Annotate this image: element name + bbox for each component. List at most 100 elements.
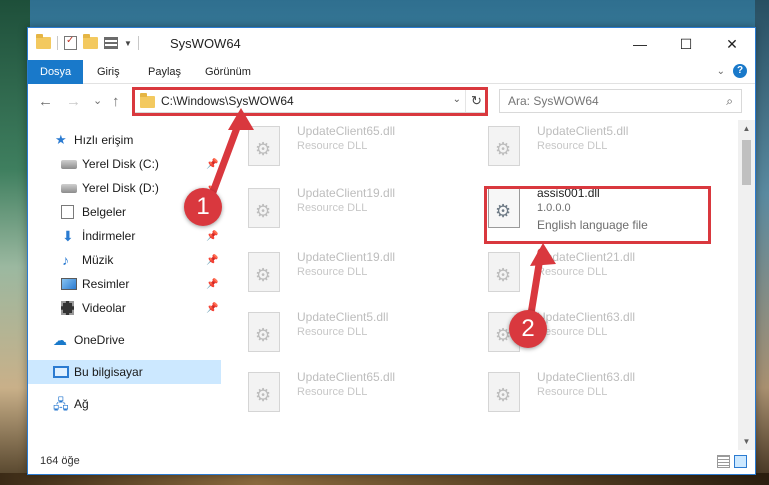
item-count: 164 öğe — [40, 455, 80, 467]
pictures-icon — [61, 278, 77, 290]
pin-icon[interactable]: 📌 — [206, 231, 218, 242]
file-description: Resource DLL — [537, 140, 608, 152]
view-options-icon[interactable] — [104, 37, 118, 49]
scrollbar-thumb[interactable] — [742, 140, 751, 185]
back-arrow-icon[interactable]: ← — [38, 93, 53, 110]
toolbar-divider — [137, 36, 139, 50]
sidebar-item-label: Resimler — [82, 277, 130, 291]
properties-icon[interactable] — [64, 35, 77, 50]
new-folder-icon[interactable] — [83, 34, 98, 49]
recent-locations-icon[interactable]: ⌄ — [93, 94, 102, 107]
file-name: UpdateClient19.dll — [297, 250, 396, 264]
file-list: UpdateClient65.dll Resource DLL UpdateCl… — [223, 120, 743, 450]
sidebar-item-label: Ağ — [74, 397, 89, 411]
file-description: Resource DLL — [537, 326, 608, 338]
sidebar-item-label: Hızlı erişim — [74, 133, 134, 147]
file-name: UpdateClient21.dll — [537, 250, 636, 264]
sidebar-item-label: Belgeler — [82, 205, 127, 219]
tiles-view-icon[interactable] — [734, 455, 747, 468]
file-tile[interactable]: UpdateClient19.dll Resource DLL — [245, 246, 470, 304]
step-1-badge: 1 — [184, 188, 222, 226]
scroll-up-icon[interactable]: ▲ — [738, 120, 755, 137]
tab-share[interactable]: Paylaş — [148, 60, 181, 84]
chevron-down-icon[interactable]: ▼ — [124, 39, 132, 48]
step-2-badge: 2 — [509, 310, 547, 348]
onedrive-icon: ☁ — [53, 332, 67, 348]
folder-icon[interactable] — [36, 34, 51, 49]
sidebar-item-label: Müzik — [82, 253, 114, 267]
file-description: Resource DLL — [537, 386, 608, 398]
window-title: SysWOW64 — [170, 36, 241, 51]
file-tile[interactable]: UpdateClient21.dll Resource DLL — [485, 246, 710, 304]
dll-file-icon — [248, 372, 280, 412]
expand-ribbon-icon[interactable]: ⌄ — [717, 66, 725, 77]
pin-icon[interactable]: 📌 — [206, 255, 218, 266]
file-name: UpdateClient65.dll — [297, 124, 396, 138]
downloads-icon: ⬇ — [62, 228, 74, 244]
sidebar-item-label: OneDrive — [74, 333, 125, 347]
this-pc-icon — [53, 366, 69, 378]
file-description: Resource DLL — [297, 326, 368, 338]
file-tile[interactable]: UpdateClient19.dll Resource DLL — [245, 182, 470, 240]
sidebar-item-quick-access[interactable]: ★ Hızlı erişim — [28, 128, 221, 152]
sidebar-item-pictures[interactable]: Resimler 📌 — [28, 272, 221, 296]
tab-file[interactable]: Dosya — [28, 60, 84, 84]
file-highlight — [484, 186, 711, 244]
sidebar-item-onedrive[interactable]: ☁ OneDrive — [28, 328, 221, 352]
toolbar-divider — [57, 36, 58, 50]
drive-icon — [61, 183, 77, 193]
scroll-down-icon[interactable]: ▼ — [738, 433, 755, 450]
file-tile[interactable]: UpdateClient5.dll Resource DLL — [485, 120, 710, 178]
up-arrow-icon[interactable]: ↑ — [112, 93, 120, 110]
window-controls: — ☐ ✕ — [617, 28, 755, 60]
sidebar-item-label: Videolar — [82, 301, 126, 315]
file-tile[interactable]: UpdateClient65.dll Resource DLL — [245, 120, 470, 178]
file-name: UpdateClient5.dll — [537, 124, 629, 138]
file-description: Resource DLL — [537, 266, 608, 278]
sidebar-item-label: Bu bilgisayar — [74, 365, 143, 379]
file-description: Resource DLL — [297, 386, 368, 398]
pin-icon[interactable]: 📌 — [206, 303, 218, 314]
file-name: UpdateClient65.dll — [297, 370, 396, 384]
dll-file-icon — [488, 372, 520, 412]
tab-view[interactable]: Görünüm — [205, 60, 251, 84]
close-button[interactable]: ✕ — [709, 28, 755, 60]
help-icon[interactable]: ? — [733, 64, 747, 78]
file-name: UpdateClient63.dll — [537, 310, 636, 324]
file-name: UpdateClient19.dll — [297, 186, 396, 200]
sidebar-item-network[interactable]: 🖧 Ağ — [28, 392, 221, 416]
minimize-button[interactable]: — — [617, 28, 663, 60]
sidebar-item-local-disk-c[interactable]: Yerel Disk (C:) 📌 — [28, 152, 221, 176]
drive-icon — [61, 159, 77, 169]
dll-file-icon — [248, 126, 280, 166]
sidebar-item-downloads[interactable]: ⬇ İndirmeler 📌 — [28, 224, 221, 248]
forward-arrow-icon[interactable]: → — [66, 93, 81, 110]
dll-file-icon — [248, 188, 280, 228]
sidebar-item-music[interactable]: ♪ Müzik 📌 — [28, 248, 221, 272]
sidebar-item-this-pc[interactable]: Bu bilgisayar — [28, 360, 221, 384]
vertical-scrollbar[interactable]: ▲ ▼ — [738, 120, 755, 450]
file-tile[interactable]: UpdateClient65.dll Resource DLL — [245, 366, 470, 424]
pin-icon[interactable]: 📌 — [206, 279, 218, 290]
sidebar-item-videos[interactable]: Videolar 📌 — [28, 296, 221, 320]
ribbon-tabs: Dosya Giriş Paylaş Görünüm ⌄ ? — [28, 60, 755, 84]
tab-home[interactable]: Giriş — [97, 60, 120, 84]
search-box[interactable]: ⌕ — [499, 89, 742, 113]
pin-icon[interactable]: 📌 — [206, 159, 218, 170]
file-tile[interactable]: UpdateClient63.dll Resource DLL — [485, 366, 710, 424]
sidebar-item-label: Yerel Disk (C:) — [82, 157, 159, 171]
file-description: Resource DLL — [297, 266, 368, 278]
search-icon[interactable]: ⌕ — [726, 94, 733, 109]
navigation-pane: ★ Hızlı erişim Yerel Disk (C:) 📌 Yerel D… — [28, 120, 221, 450]
maximize-button[interactable]: ☐ — [663, 28, 709, 60]
sidebar-item-label: Yerel Disk (D:) — [82, 181, 159, 195]
videos-icon — [61, 301, 74, 315]
quick-access-toolbar: ▼ — [36, 34, 139, 50]
status-bar: 164 öğe — [28, 450, 755, 474]
details-view-icon[interactable] — [717, 455, 730, 468]
file-tile[interactable]: UpdateClient5.dll Resource DLL — [245, 306, 470, 364]
file-description: Resource DLL — [297, 202, 368, 214]
file-name: UpdateClient63.dll — [537, 370, 636, 384]
search-input[interactable] — [508, 93, 708, 109]
music-icon: ♪ — [62, 252, 69, 268]
